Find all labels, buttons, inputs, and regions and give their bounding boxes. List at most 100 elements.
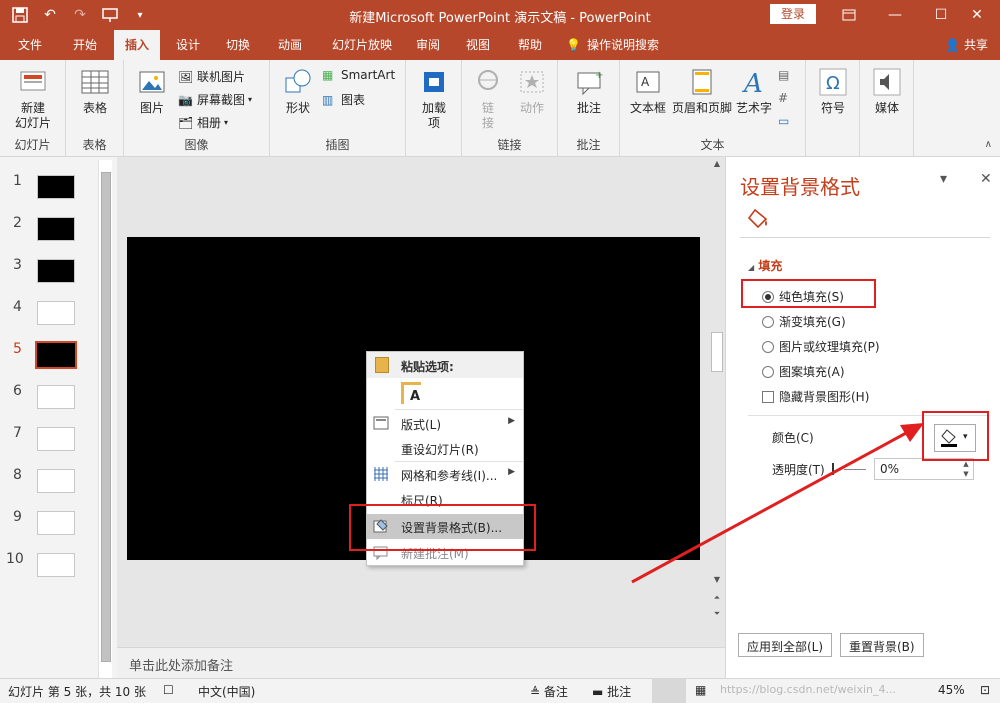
date-time-icon[interactable]: ▤ [778,68,794,82]
scroll-up-icon[interactable]: ▲ [711,159,723,171]
slide-number-icon[interactable]: # [778,91,794,105]
slide-thumb-1[interactable]: 1 [0,173,100,215]
addins-button[interactable]: 加载 项 [416,66,452,131]
pane-close-icon[interactable]: ✕ [980,171,992,187]
textbox-button[interactable]: A 文本框 [626,66,670,116]
collapse-ribbon-icon[interactable]: ∧ [985,139,992,150]
slide-thumb-8[interactable]: 8 [0,467,100,509]
tab-help[interactable]: 帮助 [510,30,550,60]
minimize-icon[interactable]: — [872,0,918,30]
radio-picture-fill[interactable] [762,340,774,353]
slide-number: 10 [6,551,24,567]
picture-label: 图片 [139,101,164,115]
header-footer-button[interactable]: 页眉和页脚 [670,66,734,116]
picture-button[interactable]: 图片 [132,66,172,116]
picture-icon [136,66,168,98]
slide-thumb-2[interactable]: 2 [0,215,100,257]
transparency-slider-thumb[interactable] [832,463,834,475]
tab-review[interactable]: 审阅 [408,30,448,60]
prev-slide-icon[interactable]: ⏶ [711,593,723,605]
slide-thumb-5[interactable]: 5 [0,341,100,383]
chart-button[interactable]: ▥ 图表 [322,91,365,108]
tab-view[interactable]: 视图 [458,30,498,60]
media-button[interactable]: 媒体 [869,66,905,116]
comments-button[interactable]: ▬ 批注 [592,683,631,700]
zoom-level[interactable]: 45% [938,683,965,697]
tab-transitions[interactable]: 切换 [216,30,260,60]
fill-section-header[interactable]: ◢ 填充 [748,257,782,274]
online-picture-icon: 🖼 [178,69,194,84]
menu-item-grid-guides[interactable]: 网格和参考线(I)... ▶ [367,462,523,487]
group-links: 链 接 动作 链接 [462,60,558,157]
next-slide-icon[interactable]: ⏷ [711,609,723,621]
shapes-button[interactable]: 形状 [280,66,316,116]
option-pattern-fill[interactable]: 图案填充(A) [762,363,845,380]
option-hide-background[interactable]: 隐藏背景图形(H) [762,388,869,405]
canvas-scrollbar[interactable]: ▲ ▼ ⏶ ⏷ [709,157,725,647]
link-button[interactable]: 链 接 [470,66,506,131]
object-icon[interactable]: ▭ [778,114,794,128]
tab-insert[interactable]: 插入 [114,30,160,60]
symbol-button[interactable]: Ω 符号 [815,66,851,116]
tab-file[interactable]: 文件 [8,30,52,60]
transparency-spinner[interactable]: ▲ ▼ [960,459,972,479]
radio-gradient-fill[interactable] [762,315,774,328]
watermark-text: https://blog.csdn.net/weixin_4... [720,683,897,696]
album-button[interactable]: 🗂 相册 ▾ [178,114,228,131]
option-picture-fill[interactable]: 图片或纹理填充(P) [762,338,880,355]
scroll-down-icon[interactable]: ▼ [711,575,723,587]
tab-animations[interactable]: 动画 [268,30,312,60]
login-button[interactable]: 登录 [770,4,816,24]
pane-options-icon[interactable]: ▾ [940,171,947,187]
new-slide-button[interactable]: 新建 幻灯片 [6,66,60,131]
slide-thumb-4[interactable]: 4 [0,299,100,341]
thumbnail-scrollbar[interactable] [98,160,112,678]
notes-button[interactable]: ≜ 备注 [530,683,568,700]
slide-thumb-7[interactable]: 7 [0,425,100,467]
option-gradient-fill[interactable]: 渐变填充(G) [762,313,846,330]
language-status[interactable]: 中文(中国) [198,683,255,700]
comment-label: 批注 [576,101,601,115]
table-button[interactable]: 表格 [76,66,114,116]
close-icon[interactable]: ✕ [954,0,1000,30]
tab-home[interactable]: 开始 [62,30,108,60]
slide-preview [37,259,75,283]
wordart-button[interactable]: A 艺术字 [734,66,774,116]
transparency-input[interactable]: 0% [874,458,974,480]
ribbon-display-icon[interactable] [826,0,872,30]
slide-thumb-6[interactable]: 6 [0,383,100,425]
paste-keep-text-icon[interactable]: A [401,382,421,404]
tab-design[interactable]: 设计 [166,30,210,60]
fill-bucket-icon[interactable] [746,207,770,231]
radio-pattern-fill[interactable] [762,365,774,378]
apply-to-all-button[interactable]: 应用到全部(L) [738,633,833,657]
share-button[interactable]: 👤 共享 [945,30,988,60]
comment-button[interactable]: + 批注 [570,66,608,116]
menu-item-reset-slide[interactable]: 重设幻灯片(R) [367,436,523,461]
addins-label: 加载 项 [421,101,446,130]
reset-background-button[interactable]: 重置背景(B) [840,633,924,657]
normal-view-icon[interactable] [652,679,686,703]
scroll-thumb[interactable] [711,332,723,372]
grid-icon [373,466,389,482]
notes-pane[interactable]: 单击此处添加备注 [117,647,725,678]
tab-slideshow[interactable]: 幻灯片放映 [322,30,402,60]
slide-thumb-10[interactable]: 10 [0,551,100,593]
checkbox-hide-background[interactable] [762,390,774,403]
action-button[interactable]: 动作 [512,66,552,116]
smartart-button[interactable]: ▦ SmartArt [322,68,395,82]
transparency-slider-track[interactable] [844,469,866,470]
status-bar: 幻灯片 第 5 张，共 10 张 ☐ 中文(中国) ≜ 备注 ▬ 批注 ▦ ht… [0,678,1000,703]
slide-sorter-icon[interactable]: ▦ [695,683,706,697]
slide-preview [37,217,75,241]
slide-thumb-3[interactable]: 3 [0,257,100,299]
textbox-icon: A [632,66,664,98]
online-picture-button[interactable]: 🖼 联机图片 [178,68,245,85]
menu-item-layout[interactable]: 版式(L) ▶ [367,411,523,436]
fit-slide-icon[interactable]: ⊡ [980,683,990,697]
tell-me-search[interactable]: 💡 操作说明搜索 [566,30,676,60]
accessibility-icon[interactable]: ☐ [163,683,174,697]
scroll-thumb[interactable] [101,172,111,662]
screenshot-button[interactable]: 📷 屏幕截图 ▾ [178,91,252,108]
slide-thumb-9[interactable]: 9 [0,509,100,551]
